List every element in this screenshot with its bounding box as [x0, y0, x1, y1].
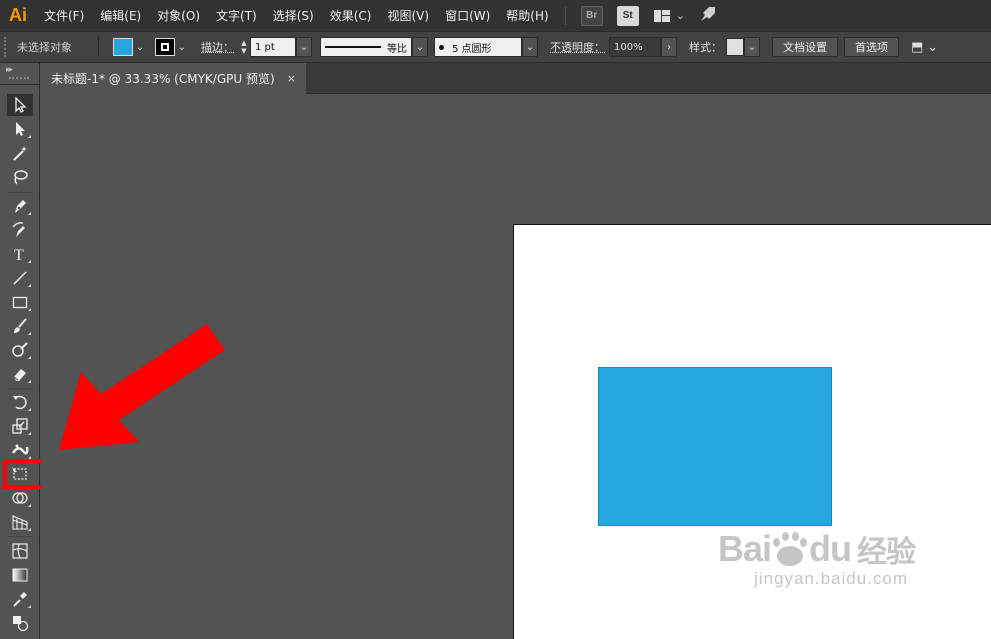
menu-help[interactable]: 帮助(H) [498, 0, 556, 31]
menu-window[interactable]: 窗口(W) [437, 0, 498, 31]
rotate-tool-icon[interactable] [7, 391, 33, 413]
style-dropdown[interactable]: ⌄ [744, 37, 760, 57]
document-tab-bar: 未标题-1* @ 33.33% (CMYK/GPU 预览) × [41, 63, 991, 94]
width-tool-icon[interactable] [7, 439, 33, 461]
blend-tool-icon[interactable] [7, 612, 33, 634]
workspace-layout-icon [653, 9, 670, 22]
tab-document[interactable]: 未标题-1* @ 33.33% (CMYK/GPU 预览) × [41, 63, 306, 94]
brush-label: 5 点圆形 [452, 43, 492, 55]
shaper-tool-icon[interactable] [7, 339, 33, 361]
opacity-field[interactable]: 100% [609, 37, 661, 57]
menu-edit[interactable]: 编辑(E) [92, 0, 149, 31]
direct-selection-tool-icon[interactable] [7, 118, 33, 140]
chevron-down-icon: ⌄ [927, 39, 939, 55]
workspace-switcher[interactable]: ⌄ [653, 9, 685, 22]
pen-tool-icon[interactable] [7, 195, 33, 217]
toolbar-divider [7, 388, 33, 389]
tab-document-label: 未标题-1* @ 33.33% (CMYK/GPU 预览) [51, 72, 275, 86]
menu-divider [564, 6, 566, 25]
preferences-button[interactable]: 首选项 [844, 37, 899, 57]
document-setup-button[interactable]: 文档设置 [772, 37, 838, 57]
paintbrush-tool-icon[interactable] [7, 315, 33, 337]
menu-effect[interactable]: 效果(C) [322, 0, 380, 31]
chevron-down-icon[interactable]: ⌄ [175, 38, 189, 56]
stroke-profile-label: 等比 [387, 43, 407, 55]
app-logo: Ai [9, 5, 27, 25]
opacity-arrow[interactable]: › [661, 37, 677, 57]
chevron-down-icon[interactable]: ⌄ [133, 38, 147, 56]
paw-icon [773, 532, 808, 566]
blue-rectangle[interactable] [598, 367, 832, 526]
graphic-style-swatch[interactable] [726, 38, 744, 56]
type-tool-icon[interactable]: T [7, 243, 33, 265]
watermark-brand-left: Bai [718, 528, 772, 569]
align-options[interactable]: ⬒ ⌄ [911, 40, 938, 55]
stock-button[interactable]: St [616, 5, 639, 26]
brush-dot-icon [439, 44, 444, 50]
fill-color-swatch[interactable] [113, 38, 133, 56]
stroke-weight-field[interactable]: 1 pt [250, 37, 296, 57]
selection-status: 未选择对象 [13, 37, 99, 57]
panel-grip [9, 77, 29, 79]
gradient-tool-icon[interactable] [7, 564, 33, 586]
tools-panel-header[interactable]: ▸▸ [0, 63, 39, 85]
shape-builder-tool-icon[interactable] [7, 487, 33, 509]
menu-file[interactable]: 文件(F) [36, 0, 92, 31]
close-icon[interactable]: × [287, 72, 296, 85]
line-tool-icon[interactable] [7, 267, 33, 289]
stroke-color-swatch[interactable] [155, 38, 175, 56]
brush-definition[interactable]: 5 点圆形 [434, 37, 522, 57]
annotation-arrow-icon [59, 324, 225, 450]
rectangle-tool-icon[interactable] [7, 291, 33, 313]
toolbar-divider [7, 536, 33, 537]
opacity-label[interactable]: 不透明度： [550, 39, 605, 55]
align-icon: ⬒ [911, 39, 924, 55]
menu-select[interactable]: 选择(S) [265, 0, 322, 31]
style-label: 样式： [689, 41, 722, 54]
svg-text:T: T [14, 247, 24, 263]
bridge-button[interactable]: Br [580, 5, 603, 26]
gpu-performance-icon[interactable] [699, 5, 717, 27]
menu-view[interactable]: 视图(V) [379, 0, 437, 31]
menu-type[interactable]: 文字(T) [208, 0, 265, 31]
stroke-line-preview [325, 46, 381, 48]
stroke-weight-stepper[interactable]: ▲ ▼ [238, 37, 250, 57]
stroke-label[interactable]: 描边： [201, 39, 234, 55]
eyedropper-tool-icon[interactable] [7, 588, 33, 610]
stroke-weight-dropdown[interactable]: ⌄ [296, 37, 312, 57]
watermark-url: jingyan.baidu.com [754, 569, 909, 588]
mesh-tool-icon[interactable] [7, 540, 33, 562]
watermark-logo: Bai du 经验 [718, 527, 958, 571]
control-bar: 未选择对象 ⌄ ⌄ 描边： ▲ ▼ 1 pt ⌄ 等比 ⌄ 5 点圆形 ⌄ 不透明… [0, 31, 991, 63]
chevron-down-icon: ⌄ [675, 9, 685, 22]
panel-grip[interactable] [4, 37, 10, 57]
menu-object[interactable]: 对象(O) [149, 0, 208, 31]
lasso-tool-icon[interactable] [7, 166, 33, 188]
watermark-brand-right: du [809, 528, 852, 569]
menu-bar: Ai 文件(F) 编辑(E) 对象(O) 文字(T) 选择(S) 效果(C) 视… [0, 0, 991, 31]
watermark: Bai du 经验 jingyan.baidu.com [718, 527, 958, 627]
eraser-tool-icon[interactable] [7, 363, 33, 385]
magic-wand-tool-icon[interactable] [7, 142, 33, 164]
variable-width-profile[interactable]: 等比 [320, 37, 412, 57]
scale-tool-icon[interactable] [7, 415, 33, 437]
toolbar-divider [7, 192, 33, 193]
expand-panel-icon[interactable]: ▸▸ [6, 65, 13, 75]
stroke-profile-dropdown[interactable]: ⌄ [412, 37, 428, 57]
selection-tool-icon[interactable] [7, 94, 33, 116]
brush-dropdown[interactable]: ⌄ [522, 37, 538, 57]
perspective-grid-tool-icon[interactable] [7, 511, 33, 533]
curvature-tool-icon[interactable] [7, 219, 33, 241]
tools-panel: ▸▸ T [0, 63, 40, 639]
watermark-product: 经验 [857, 536, 916, 569]
